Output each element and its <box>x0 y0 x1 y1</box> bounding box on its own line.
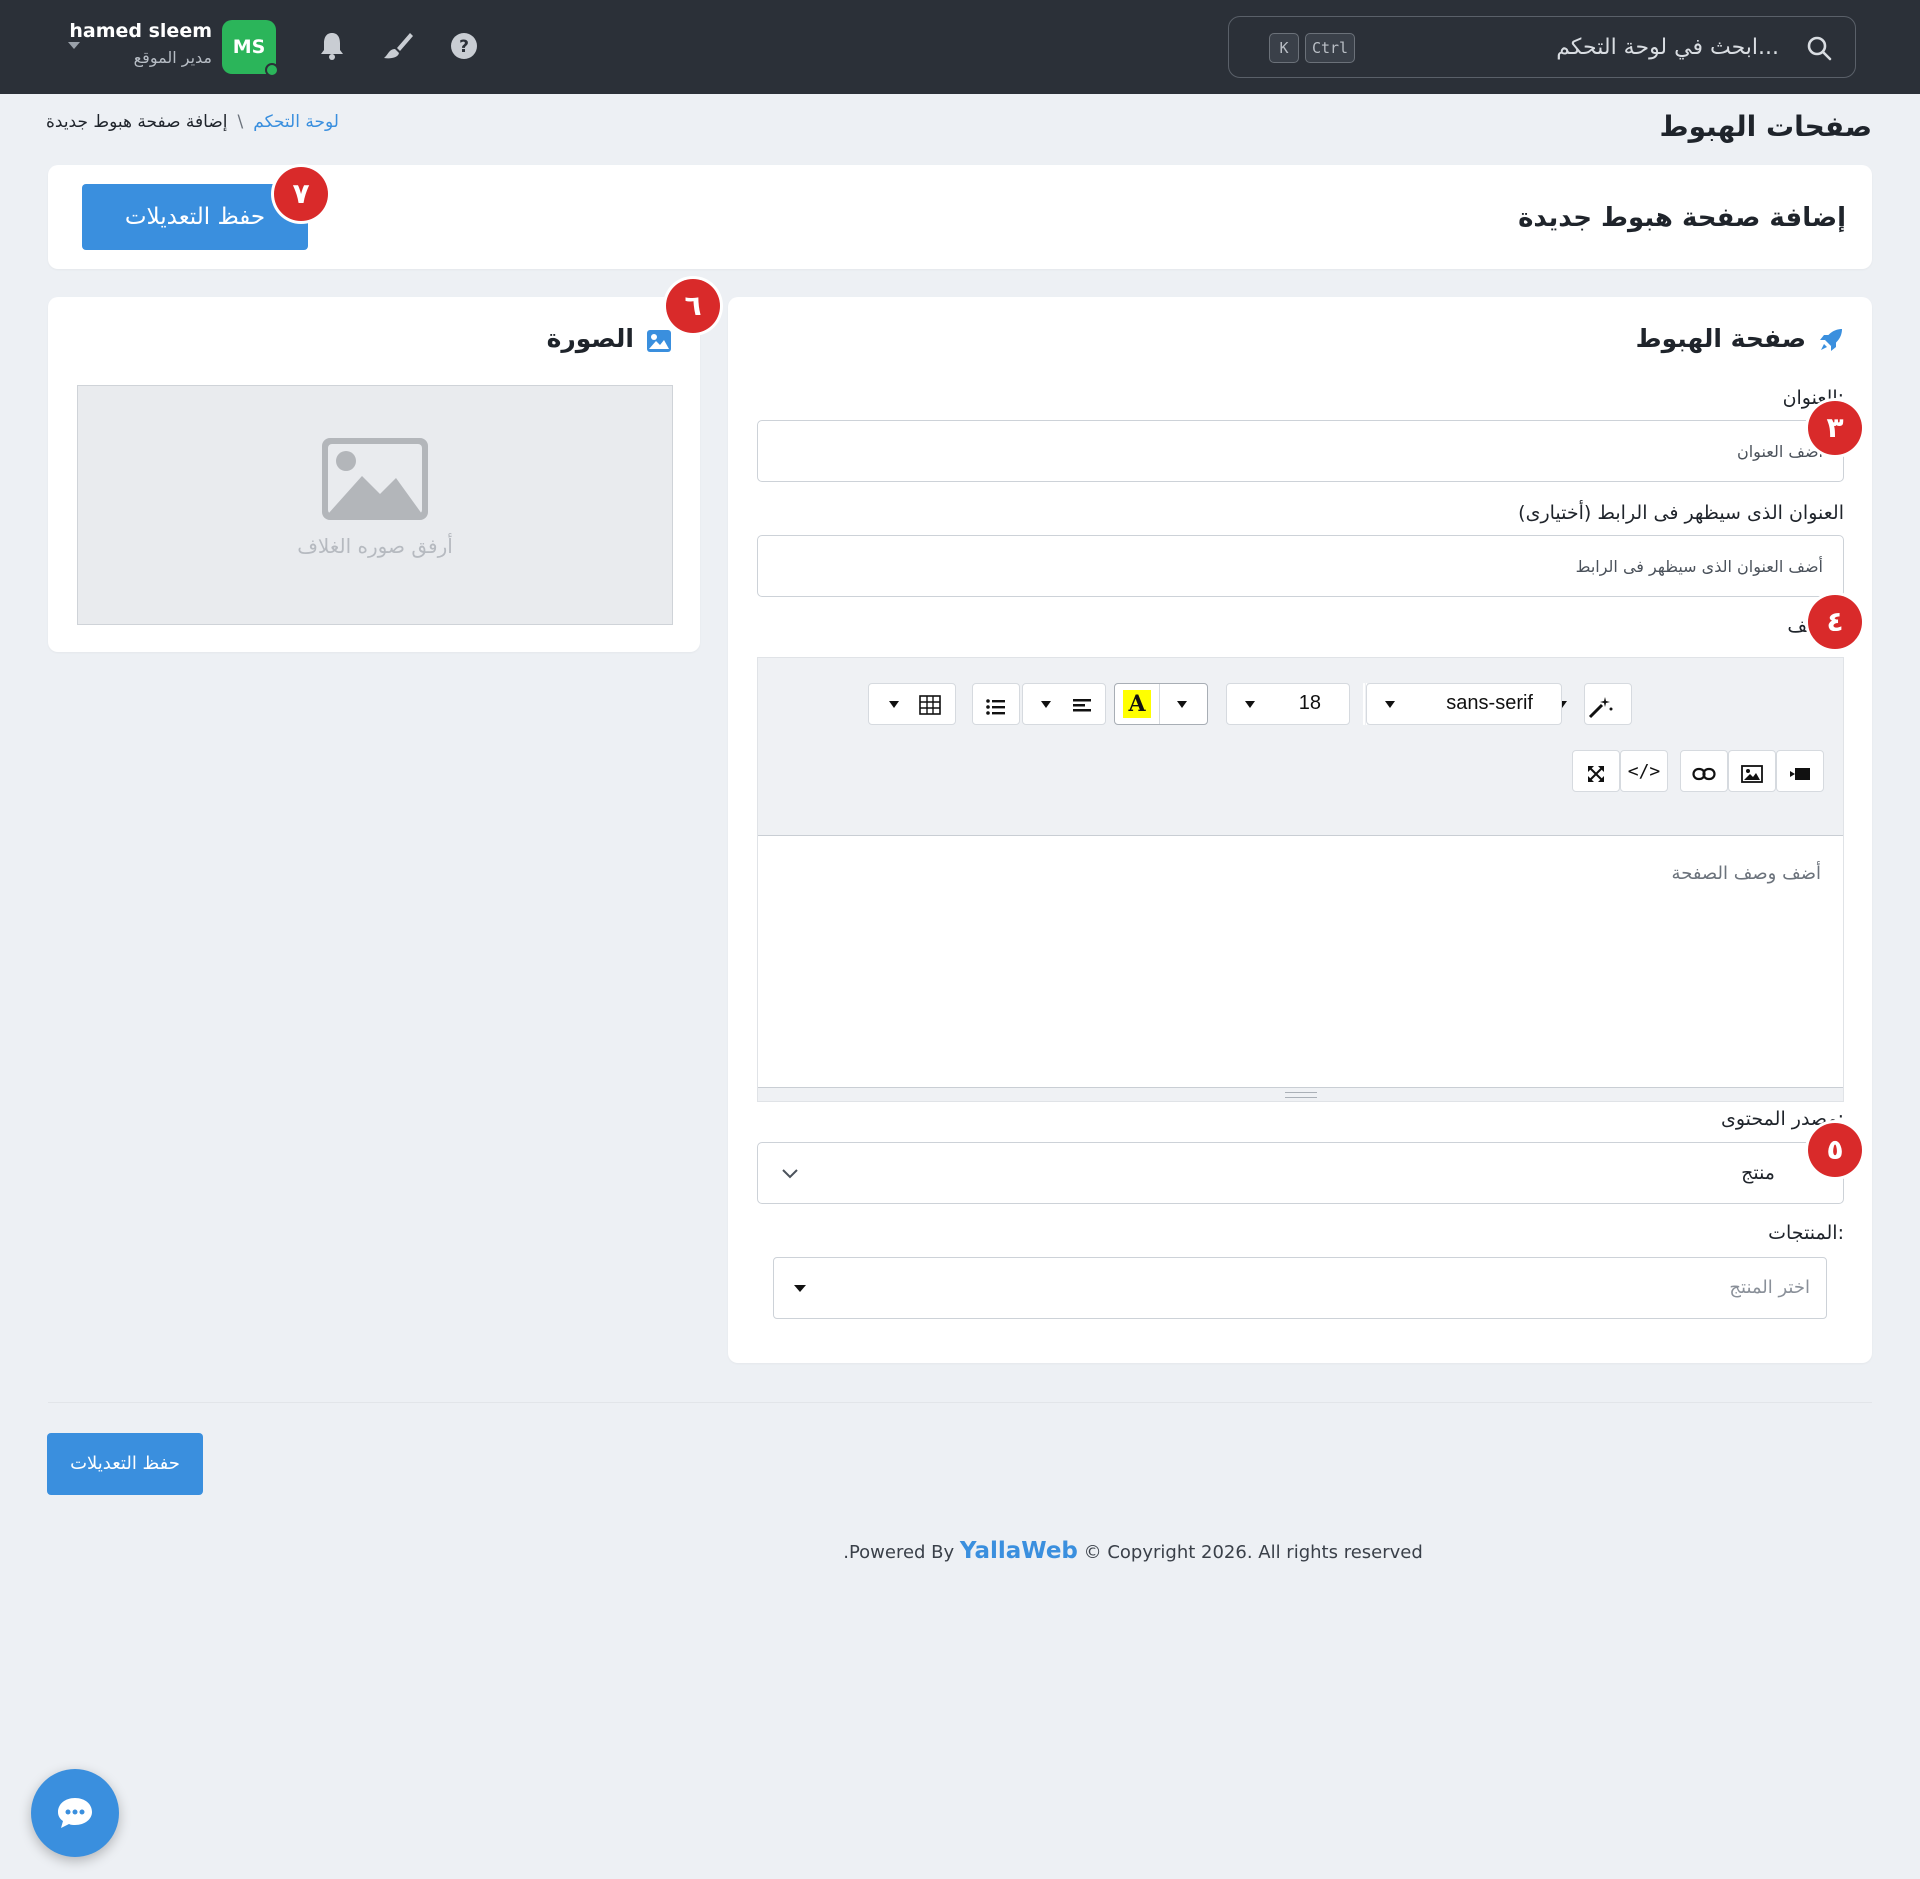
align-chevron-icon <box>1041 701 1051 708</box>
step-badge-description: ٤ <box>1808 595 1862 649</box>
insert-image-button[interactable] <box>1728 750 1776 792</box>
footer-brand-link[interactable]: YallaWeb <box>960 1538 1078 1564</box>
cover-image-hint: أرفق صوره الغلاف <box>297 534 453 558</box>
text-color-picker[interactable]: A <box>1114 683 1208 725</box>
footer: .Powered By YallaWeb © Copyright 2026. A… <box>0 1538 1920 1564</box>
form-header-card: إضافة صفحة هبوط جديدة حفظ التعديلات ٧ <box>48 165 1872 269</box>
editor-resize-handle[interactable] <box>758 1087 1843 1101</box>
list-icon <box>986 698 1005 715</box>
breadcrumb: لوحة التحكم \ إضافة صفحة هبوط جديدة <box>46 112 339 132</box>
font-size-value: 18 <box>1298 692 1321 714</box>
paragraph-align-dropdown[interactable] <box>1022 683 1106 725</box>
footer-copyright: © Copyright 2026. All rights reserved <box>1083 1542 1423 1563</box>
user-role: مدير الموقع <box>133 48 212 67</box>
table-icon <box>919 695 941 715</box>
link-icon <box>1692 767 1716 780</box>
table-dropdown[interactable] <box>868 683 956 725</box>
user-name: hamed sleem <box>69 20 212 42</box>
fullscreen-button[interactable] <box>1572 750 1620 792</box>
page-title: صفحات الهبوط <box>1659 110 1872 143</box>
image-icon <box>647 330 671 352</box>
editor-toolbar: U B <box>758 658 1843 836</box>
landing-page-form-card: صفحة الهبوط العنوان: أضف العنوان ٣ العنو… <box>728 297 1872 1363</box>
text-color-chevron-icon[interactable] <box>1177 701 1187 708</box>
code-view-button[interactable]: </> <box>1620 750 1668 792</box>
products-select-placeholder: اختر المنتج <box>1729 1277 1810 1298</box>
font-size-select[interactable]: 18 <box>1226 683 1350 725</box>
shortcut-key-ctrl: Ctrl <box>1305 33 1355 63</box>
step-badge-image: ٦ <box>666 279 720 333</box>
products-label: المنتجات: <box>1768 1222 1844 1244</box>
image-placeholder-icon <box>322 438 428 520</box>
rich-text-editor: U B <box>757 657 1844 1102</box>
breadcrumb-home-link[interactable]: لوحة التحكم <box>253 112 339 132</box>
font-size-chevron-icon <box>1245 701 1255 708</box>
font-family-select[interactable]: sans-serif <box>1366 683 1562 725</box>
svg-text:?: ? <box>459 37 469 57</box>
cover-image-dropzone[interactable]: أرفق صوره الغلاف <box>77 385 673 625</box>
unordered-list-button[interactable] <box>972 683 1020 725</box>
content-source-select[interactable]: منتج <box>757 1142 1844 1204</box>
picture-icon <box>1741 764 1763 783</box>
video-button[interactable] <box>1776 750 1824 792</box>
video-icon <box>1790 767 1810 780</box>
online-status-dot <box>265 63 279 77</box>
step-badge-save: ٧ <box>274 167 328 221</box>
top-navbar: K Ctrl ابحث في لوحة التحكم... ? MS hamed… <box>0 0 1920 94</box>
search-box[interactable]: K Ctrl ابحث في لوحة التحكم... <box>1228 16 1856 78</box>
content-source-value: منتج <box>1741 1162 1775 1184</box>
align-icon <box>1073 699 1091 712</box>
image-card: الصورة ٦ أرفق صوره الغلاف <box>48 279 720 652</box>
chat-bubble-icon <box>58 1798 92 1828</box>
slug-input-placeholder: أضف العنوان الذى سيظهر فى الرابط <box>1575 557 1823 576</box>
table-chevron-icon <box>889 701 899 708</box>
form-title: إضافة صفحة هبوط جديدة <box>1518 203 1846 233</box>
insert-link-button[interactable] <box>1680 750 1728 792</box>
chevron-down-icon <box>782 1169 798 1179</box>
magic-style-button[interactable] <box>1557 683 1632 725</box>
brush-icon[interactable] <box>380 28 416 64</box>
help-icon[interactable]: ? <box>446 28 482 64</box>
notifications-bell-icon[interactable] <box>314 28 350 64</box>
image-card-title: الصورة <box>546 324 634 353</box>
section-divider <box>48 1402 1872 1403</box>
search-input[interactable]: ابحث في لوحة التحكم... <box>1556 35 1779 60</box>
footer-prefix: Powered By <box>848 1542 955 1563</box>
breadcrumb-current: إضافة صفحة هبوط جديدة <box>46 112 228 132</box>
slug-input[interactable]: أضف العنوان الذى سيظهر فى الرابط <box>757 535 1844 597</box>
shortcut-key-k: K <box>1269 33 1299 63</box>
grip-icon <box>1285 1092 1317 1098</box>
rocket-icon <box>1820 329 1842 351</box>
user-avatar[interactable]: MS <box>222 20 279 77</box>
breadcrumb-separator: \ <box>237 112 244 132</box>
title-input-placeholder: أضف العنوان <box>1736 442 1823 461</box>
text-color-swatch[interactable]: A <box>1123 690 1151 718</box>
user-menu-chevron-down-icon[interactable] <box>68 42 80 49</box>
products-dropdown-caret-icon <box>794 1285 806 1292</box>
search-icon <box>1807 36 1832 61</box>
title-input[interactable]: أضف العنوان <box>757 420 1844 482</box>
products-select[interactable]: اختر المنتج <box>773 1257 1827 1319</box>
user-menu[interactable]: hamed sleem مدير الموقع <box>69 20 212 67</box>
editor-content-area[interactable]: أضف وصف الصفحة <box>1672 863 1821 884</box>
step-badge-title: ٣ <box>1808 401 1862 455</box>
expand-icon <box>1588 765 1604 782</box>
landing-card-title: صفحة الهبوط <box>1635 324 1806 353</box>
font-family-value: sans-serif <box>1446 692 1533 714</box>
magic-wand-icon <box>1588 696 1613 718</box>
step-badge-content-source: ٥ <box>1808 1123 1862 1177</box>
save-button-bottom[interactable]: حفظ التعديلات <box>47 1433 203 1495</box>
font-family-chevron-icon <box>1385 701 1395 708</box>
chat-button[interactable] <box>31 1769 119 1857</box>
slug-label: العنوان الذى سيظهر فى الرابط (أختيارى) <box>1518 502 1844 524</box>
avatar-initials: MS <box>232 36 266 58</box>
